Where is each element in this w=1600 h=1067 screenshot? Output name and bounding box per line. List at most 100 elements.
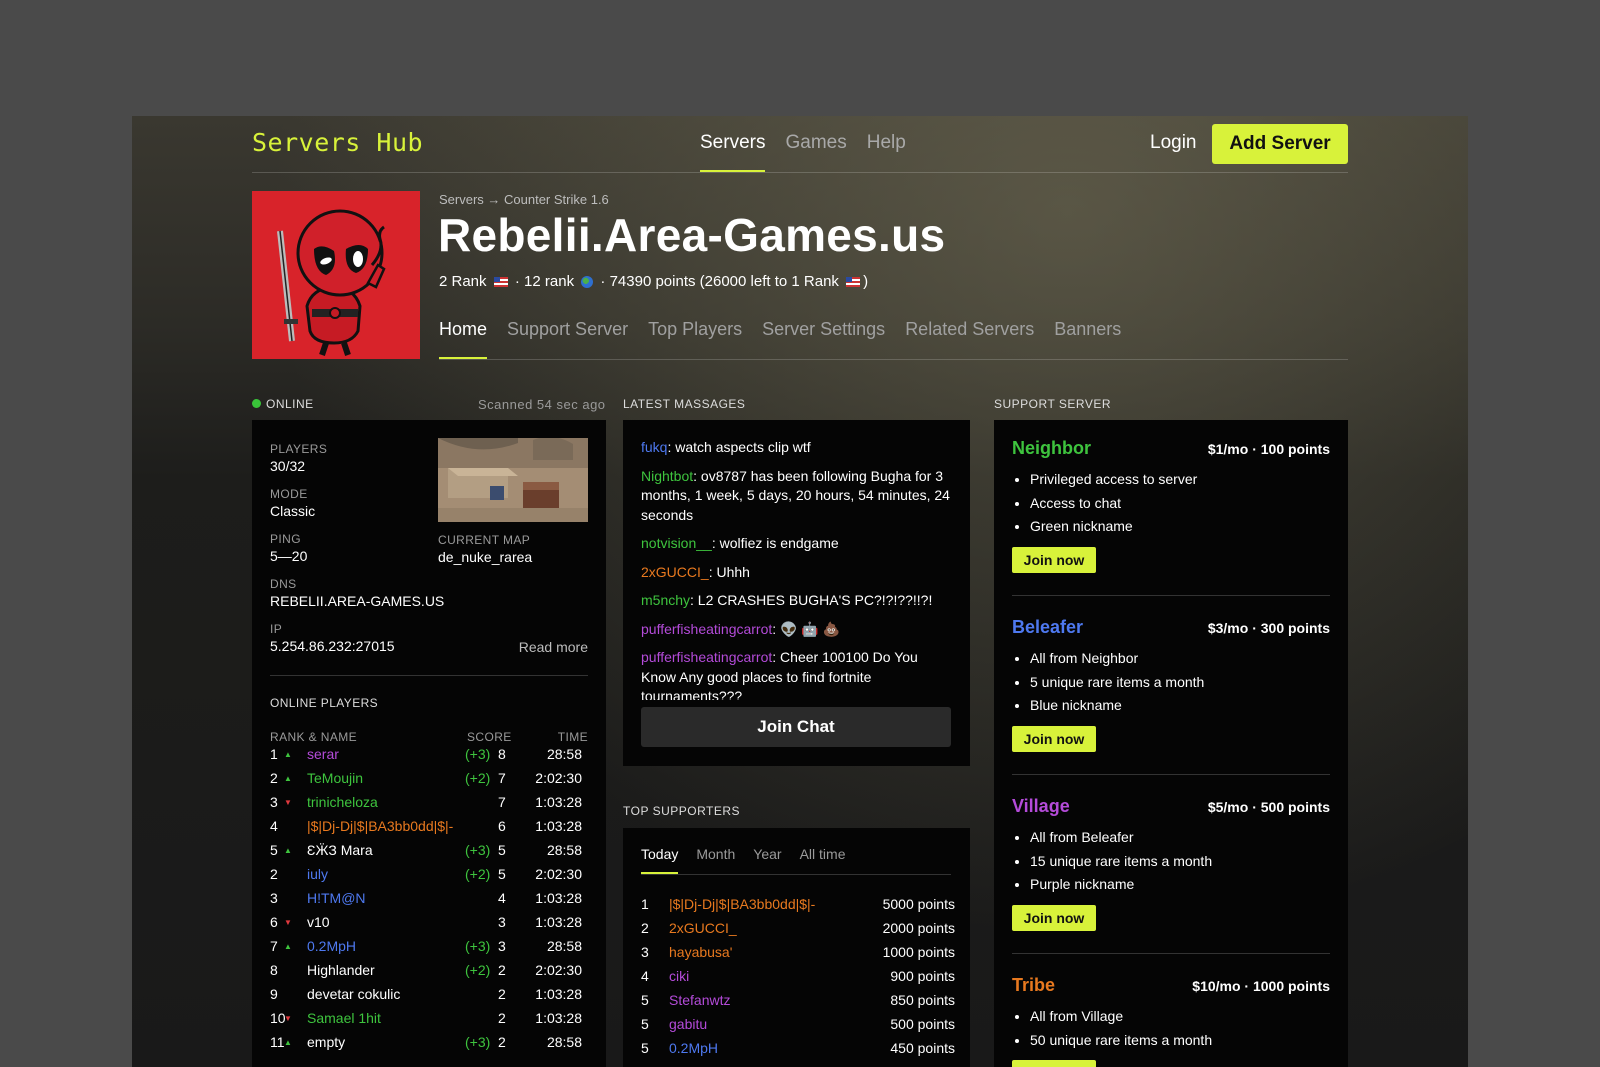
list-item[interactable]: 1 |$|Dj-Dj|$|BA3bb0dd|$|- 5000 points [641,896,955,920]
tab-home[interactable]: Home [439,319,488,359]
player-name[interactable]: v10 [307,914,330,930]
player-name[interactable]: trinicheloza [307,794,378,810]
player-name[interactable]: Highlander [307,962,375,978]
page-title: Rebelii.Area-Games.us [438,209,946,261]
logo[interactable]: Servers Hub [252,128,423,157]
chat-username[interactable]: pufferfisheatingcarrot [641,649,772,665]
supporter-points: 850 points [890,992,955,1008]
supporter-name[interactable]: 2xGUCCI_ [669,920,737,936]
dns-info: DNS REBELII.AREA-GAMES.US [270,577,444,609]
tab-all-time[interactable]: All time [800,846,846,872]
join-now-button[interactable]: Join now [1012,725,1096,752]
list-item[interactable]: 3 hayabusa' 1000 points [641,944,955,968]
table-row[interactable]: 7 ▲ 0.2MpH (+3) 3 28:58 [270,938,582,962]
chat-text: : Uhhh [708,563,750,580]
read-more-link[interactable]: Read more [519,639,588,655]
tab-today[interactable]: Today [641,846,679,874]
table-row[interactable]: 2 ▲ TeMoujin (+2) 7 2:02:30 [270,770,582,794]
supporter-name[interactable]: Stefanwtz [669,992,730,1008]
chat-username[interactable]: notvision__ [641,535,712,551]
map-preview-image [438,438,588,522]
info-divider [270,675,588,676]
table-row[interactable]: 11 ▲ empty (+3) 2 28:58 [270,1034,582,1058]
breadcrumb[interactable]: Servers → Counter Strike 1.6 [439,192,609,207]
supporter-name[interactable]: |$|Dj-Dj|$|BA3bb0dd|$|- [669,896,815,912]
player-name[interactable]: |$|Dj-Dj|$|BA3bb0dd|$|- [307,818,453,834]
supporter-name[interactable]: hayabusa' [669,944,732,960]
ip-info: IP 5.254.86.232:27015 [270,622,395,654]
score-bonus: (+2) [465,770,491,786]
player-time: 28:58 [546,746,582,762]
chat-username[interactable]: Nightbot [641,468,693,484]
table-row[interactable]: 4 |$|Dj-Dj|$|BA3bb0dd|$|- 6 1:03:28 [270,818,582,842]
tab-banners[interactable]: Banners [1054,319,1121,357]
tab-month[interactable]: Month [696,846,735,872]
chat-message: m5nchy: L2 CRASHES BUGHA'S PC?!?!??!!?! [641,591,953,611]
player-name[interactable]: empty [307,1034,345,1050]
supporter-points: 900 points [890,968,955,984]
ip-value[interactable]: 5.254.86.232:27015 [270,638,395,654]
player-rank: 4 [270,818,278,834]
table-row[interactable]: 6 ▼ v10 3 1:03:28 [270,914,582,938]
ip-label: IP [270,622,283,636]
player-name[interactable]: serar [307,746,339,762]
player-rank: 9 [270,986,278,1002]
table-row[interactable]: 1 ▲ serar (+3) 8 28:58 [270,746,582,770]
table-row[interactable]: 3 ▼ trinicheloza 7 1:03:28 [270,794,582,818]
col-score: SCORE [467,730,512,744]
supporter-name[interactable]: gabitu [669,1016,707,1032]
tab-year[interactable]: Year [753,846,781,872]
tier-perk: Green nickname [1030,515,1197,539]
join-now-button[interactable]: Join now [1012,904,1096,931]
add-server-button[interactable]: Add Server [1212,124,1348,164]
join-chat-button[interactable]: Join Chat [641,707,951,747]
tab-related-servers[interactable]: Related Servers [905,319,1034,357]
join-now-button[interactable]: Join now [1012,1060,1096,1067]
list-item[interactable]: 5 0.2MpH 450 points [641,1040,955,1064]
player-name[interactable]: 0.2MpH [307,938,356,954]
list-item[interactable]: 5 Stefanwtz 850 points [641,992,955,1016]
supporter-points: 1000 points [882,944,955,960]
player-rank: 2 [270,770,278,786]
list-item[interactable]: 4 ciki 900 points [641,968,955,992]
chat-message: notvision__: wolfiez is endgame [641,534,953,554]
player-name[interactable]: H!TM@N [307,890,366,906]
trend-up-icon: ▲ [284,750,292,759]
table-row[interactable]: 10 ▼ Samael 1hit 2 1:03:28 [270,1010,582,1034]
table-row[interactable]: 9 devetar cokulic 2 1:03:28 [270,986,582,1010]
chat-username[interactable]: m5nchy [641,592,690,608]
chat-username[interactable]: fukq [641,439,667,455]
tab-support-server[interactable]: Support Server [507,319,628,357]
supporter-rank: 4 [641,968,649,984]
server-tabs: Home Support Server Top Players Server S… [439,319,1348,360]
nav-games[interactable]: Games [785,132,846,172]
player-name[interactable]: iuly [307,866,328,882]
player-name[interactable]: ƐӜЗ Mara [307,842,373,858]
table-row[interactable]: 2 iuly (+2) 5 2:02:30 [270,866,582,890]
tab-top-players[interactable]: Top Players [648,319,742,357]
chat-username[interactable]: 2xGUCCI_ [641,564,709,580]
supporter-name[interactable]: 0.2MpH [669,1040,718,1056]
list-item[interactable]: 2 2xGUCCI_ 2000 points [641,920,955,944]
table-row[interactable]: 5 ▲ ƐӜЗ Mara (+3) 5 28:58 [270,842,582,866]
list-item[interactable]: 5 gabitu 500 points [641,1016,955,1040]
player-name[interactable]: Samael 1hit [307,1010,381,1026]
chat-username[interactable]: pufferfisheatingcarrot [641,621,772,637]
message-list[interactable]: fukq: watch aspects clip wtf Nightbot: ov… [641,438,953,700]
join-now-button[interactable]: Join now [1012,546,1096,573]
nav-servers[interactable]: Servers [700,132,766,172]
nav-help[interactable]: Help [867,132,906,172]
dns-value[interactable]: REBELII.AREA-GAMES.US [270,593,444,609]
table-row[interactable]: 3 H!TM@N 4 1:03:28 [270,890,582,914]
table-row[interactable]: 8 Highlander (+2) 2 2:02:30 [270,962,582,986]
player-time: 1:03:28 [535,794,582,810]
tier-perk: All from Beleafer [1030,826,1212,850]
login-link[interactable]: Login [1150,132,1197,154]
player-name[interactable]: TeMoujin [307,770,363,786]
player-name[interactable]: devetar cokulic [307,986,400,1002]
supporter-name[interactable]: ciki [669,968,689,984]
tab-server-settings[interactable]: Server Settings [762,319,885,357]
tier-perks: All from Beleafer15 unique rare items a … [1012,826,1212,897]
player-score: 3 [498,938,506,954]
player-score: 2 [498,962,506,978]
